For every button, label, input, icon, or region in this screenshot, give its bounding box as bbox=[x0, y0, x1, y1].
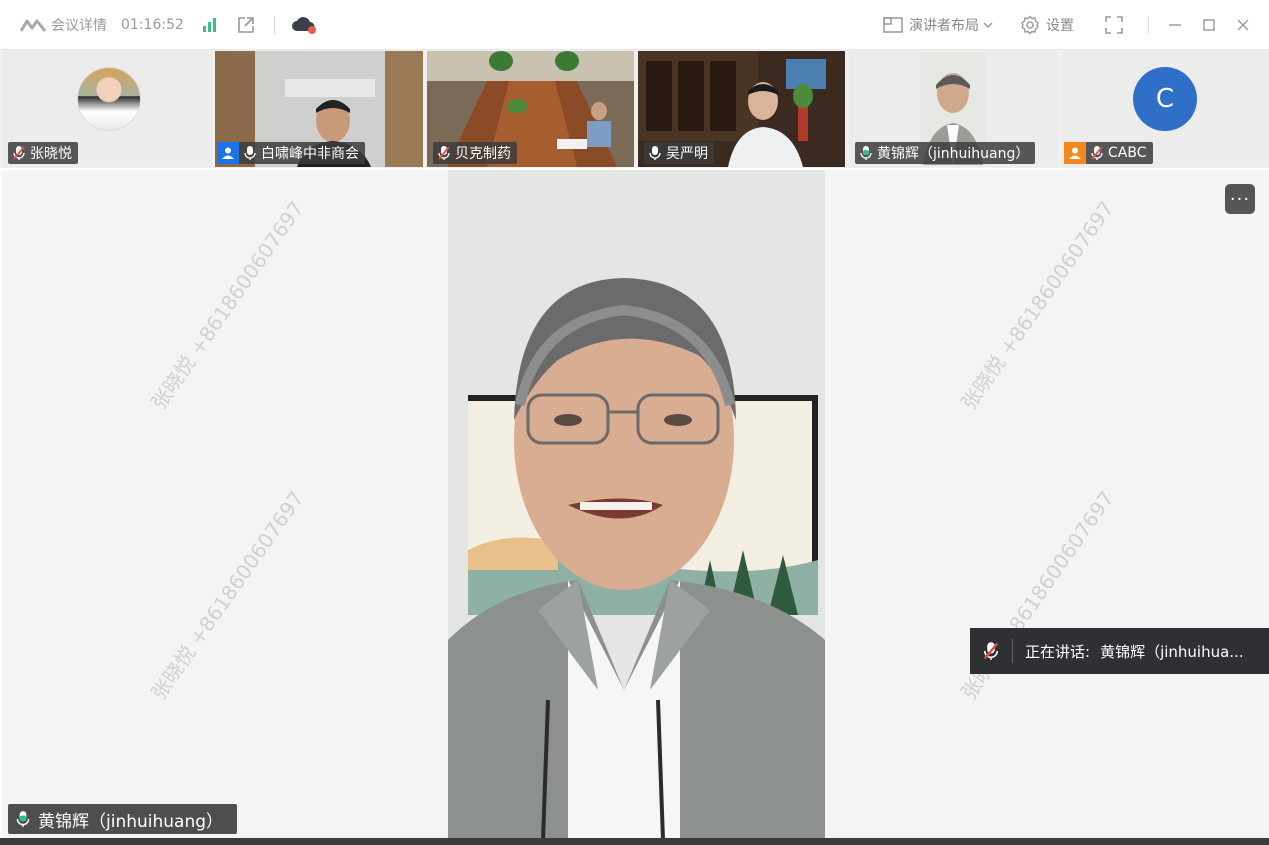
speaking-name: 黄锦辉（jinhuihua... bbox=[1100, 642, 1244, 661]
more-options-button[interactable]: ··· bbox=[1225, 184, 1255, 214]
watermark: 张晓悦 +8618600607697 bbox=[146, 196, 309, 415]
settings-button[interactable]: 设置 bbox=[1020, 15, 1074, 35]
gear-icon bbox=[1021, 15, 1039, 35]
cloud-recording-icon[interactable] bbox=[291, 15, 317, 35]
settings-label: 设置 bbox=[1046, 18, 1074, 34]
mic-icon bbox=[239, 142, 261, 164]
mic-speaking-icon bbox=[8, 810, 38, 828]
app-logo-icon bbox=[20, 19, 46, 32]
avatar bbox=[77, 67, 141, 131]
participant-name: 贝克制药 bbox=[455, 146, 511, 162]
participant-name: 白啸峰中非商会 bbox=[261, 146, 359, 162]
mic-muted-icon bbox=[970, 641, 1012, 661]
presenter-name: 黄锦辉（jinhuihuang） bbox=[38, 811, 224, 832]
speaking-prefix: 正在讲话: bbox=[1025, 642, 1091, 661]
watermark: 张晓悦 +8618600607697 bbox=[146, 486, 309, 705]
minimize-icon[interactable] bbox=[1167, 17, 1183, 33]
participant-strip: 张晓悦 白啸峰中非商会 贝克制药 吴严明 黄锦辉（jinhuihuang） C … bbox=[0, 50, 1269, 168]
close-icon[interactable] bbox=[1235, 17, 1251, 33]
participant-name: CABC bbox=[1108, 145, 1147, 161]
participant-name: 张晓悦 bbox=[30, 146, 72, 162]
participant-name-tag: 白啸峰中非商会 bbox=[217, 142, 365, 164]
maximize-icon[interactable] bbox=[1201, 17, 1217, 33]
main-speaker-view: 张晓悦 +8618600607697 张晓悦 +8618600607697 张晓… bbox=[2, 170, 1269, 840]
participant-tile[interactable]: 张晓悦 bbox=[2, 51, 212, 167]
title-bar: 会议详情 01:16:52 演讲者布局 设置 bbox=[0, 0, 1269, 50]
chevron-down-icon bbox=[983, 22, 993, 29]
avatar: C bbox=[1133, 67, 1197, 131]
watermark: 张晓悦 +8618600607697 bbox=[956, 196, 1119, 415]
network-signal-icon[interactable] bbox=[202, 17, 218, 33]
participant-name-tag: 吴严明 bbox=[644, 142, 714, 164]
participant-tile-active[interactable]: 黄锦辉（jinhuihuang） bbox=[849, 51, 1058, 167]
mic-icon bbox=[644, 142, 666, 164]
layout-icon bbox=[883, 17, 903, 33]
participant-name: 吴严明 bbox=[666, 146, 708, 162]
speaking-indicator: 正在讲话: 黄锦辉（jinhuihua... bbox=[970, 628, 1269, 674]
mic-speaking-icon bbox=[855, 142, 877, 164]
participant-tile[interactable]: 白啸峰中非商会 bbox=[215, 51, 423, 167]
cohost-badge-icon bbox=[1064, 142, 1086, 164]
participant-name-tag: 张晓悦 bbox=[8, 142, 78, 164]
host-badge-icon bbox=[217, 142, 239, 164]
participant-tile[interactable]: 贝克制药 bbox=[427, 51, 634, 167]
mic-muted-icon bbox=[8, 142, 30, 164]
speaker-video[interactable] bbox=[448, 170, 825, 840]
speaker-layout-button[interactable]: 演讲者布局 bbox=[883, 15, 1000, 35]
participant-name-tag: 黄锦辉（jinhuihuang） bbox=[855, 142, 1036, 164]
share-icon[interactable] bbox=[236, 15, 256, 35]
window-controls-divider bbox=[1148, 16, 1149, 34]
mic-muted-icon bbox=[433, 142, 455, 164]
bottom-edge bbox=[0, 838, 1269, 845]
presenter-name-tag: 黄锦辉（jinhuihuang） bbox=[8, 804, 238, 834]
participant-tile[interactable]: 吴严明 bbox=[638, 51, 845, 167]
fullscreen-icon[interactable] bbox=[1104, 15, 1124, 35]
meeting-details-button[interactable]: 会议详情 bbox=[51, 15, 107, 35]
speaker-layout-label: 演讲者布局 bbox=[909, 18, 979, 34]
title-divider bbox=[273, 15, 275, 34]
participant-name: 黄锦辉（jinhuihuang） bbox=[877, 146, 1030, 162]
participant-tile[interactable]: C CABC bbox=[1062, 51, 1269, 167]
mic-muted-icon bbox=[1086, 142, 1108, 164]
speaking-divider bbox=[1012, 639, 1013, 663]
participant-name-tag: CABC bbox=[1064, 142, 1153, 164]
speaker-video-frame bbox=[448, 170, 825, 840]
participant-name-tag: 贝克制药 bbox=[433, 142, 517, 164]
meeting-timer: 01:16:52 bbox=[121, 16, 184, 33]
